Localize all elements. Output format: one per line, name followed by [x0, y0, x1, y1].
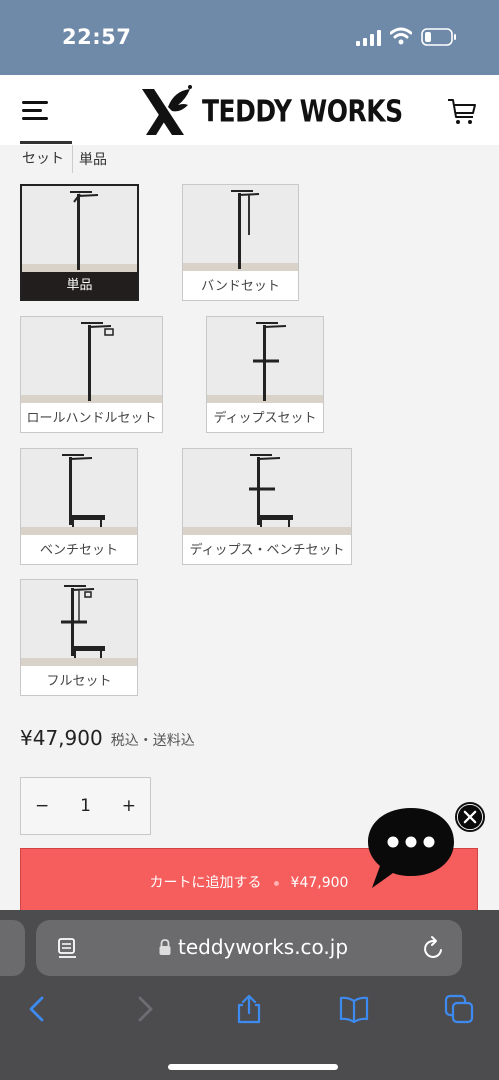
back-arrow-icon[interactable]	[22, 994, 52, 1024]
brand-logo[interactable]: TEDDY WORKS	[138, 82, 403, 140]
separator-dot	[273, 880, 279, 886]
url-text: teddyworks.co.jp	[178, 935, 349, 959]
variant-card-full-set[interactable]: フルセット	[20, 579, 138, 696]
browser-bottom-bar: teddyworks.co.jp	[0, 910, 499, 1080]
cart-icon[interactable]	[446, 95, 478, 127]
cellular-signal-icon	[356, 30, 381, 46]
chat-bubble-icon[interactable]	[366, 806, 456, 890]
site-header: TEDDY WORKS	[0, 75, 499, 145]
pull-up-bar-image-icon	[70, 191, 99, 270]
variant-card-band-set[interactable]: バンドセット	[182, 184, 299, 301]
variant-label: バンドセット	[183, 273, 298, 300]
teddy-works-x-logo-icon	[142, 85, 192, 135]
status-time: 22:57	[62, 25, 132, 49]
share-icon[interactable]	[234, 994, 264, 1024]
address-bar[interactable]: teddyworks.co.jp	[36, 920, 462, 976]
previous-tab-peek[interactable]	[0, 920, 25, 976]
lock-icon	[159, 939, 171, 955]
variant-card-dips-bench-set[interactable]: ディップス・ベンチセット	[182, 448, 352, 565]
reload-icon[interactable]	[422, 935, 446, 961]
add-to-cart-price: ¥47,900	[290, 875, 349, 891]
bookmarks-icon[interactable]	[339, 994, 369, 1024]
price-block: ¥47,900 税込・送料込	[20, 726, 195, 750]
variant-label: ベンチセット	[21, 537, 137, 564]
variant-photo	[183, 185, 298, 271]
home-indicator	[168, 1064, 338, 1070]
variant-label: ロールハンドルセット	[21, 405, 162, 432]
variant-label: フルセット	[21, 668, 137, 695]
pull-up-bar-with-roll-handle-image-icon	[81, 322, 114, 401]
pull-up-bar-full-set-image-icon	[61, 585, 105, 658]
brand-name: TEDDY WORKS	[202, 93, 403, 129]
pull-up-bar-with-band-image-icon	[231, 190, 260, 269]
variant-photo	[22, 186, 137, 272]
pull-up-bar-with-bench-image-icon	[62, 454, 105, 527]
variant-photo	[207, 317, 323, 403]
tab-set[interactable]: セット	[20, 141, 72, 172]
close-chat-icon[interactable]	[455, 802, 485, 832]
hamburger-menu-icon[interactable]	[22, 99, 52, 121]
forward-arrow-icon[interactable]	[130, 994, 160, 1024]
pull-up-bar-with-dips-and-bench-image-icon	[249, 454, 293, 527]
quantity-value[interactable]: 1	[80, 796, 91, 816]
tab-single[interactable]: 単品	[72, 145, 109, 173]
quantity-stepper: − 1 +	[20, 777, 151, 835]
variant-photo	[21, 317, 162, 403]
wifi-icon	[390, 27, 412, 45]
variant-card-bench-set[interactable]: ベンチセット	[20, 448, 138, 565]
variant-label: ディップス・ベンチセット	[183, 537, 351, 564]
add-to-cart-label: カートに追加する	[149, 875, 262, 891]
price-amount: ¥47,900	[20, 726, 103, 750]
price-tax-note: 税込・送料込	[110, 733, 195, 749]
variant-photo	[183, 449, 351, 535]
variant-card-dips-set[interactable]: ディップスセット	[206, 316, 324, 433]
variant-type-tabs: セット 単品	[20, 141, 109, 175]
variant-card-single[interactable]: 単品	[20, 184, 139, 301]
pull-up-bar-with-dips-image-icon	[253, 322, 287, 401]
variant-label: 単品	[22, 272, 137, 299]
battery-icon	[421, 28, 456, 46]
variant-label: ディップスセット	[207, 405, 323, 432]
variant-photo	[21, 580, 137, 666]
variant-photo	[21, 449, 137, 535]
quantity-increment-button[interactable]: +	[122, 796, 136, 816]
tabs-icon[interactable]	[444, 994, 474, 1024]
reader-mode-icon[interactable]	[56, 937, 80, 959]
status-bar: 22:57	[0, 0, 499, 75]
variant-card-roll-handle-set[interactable]: ロールハンドルセット	[20, 316, 163, 433]
quantity-decrement-button[interactable]: −	[35, 796, 49, 816]
